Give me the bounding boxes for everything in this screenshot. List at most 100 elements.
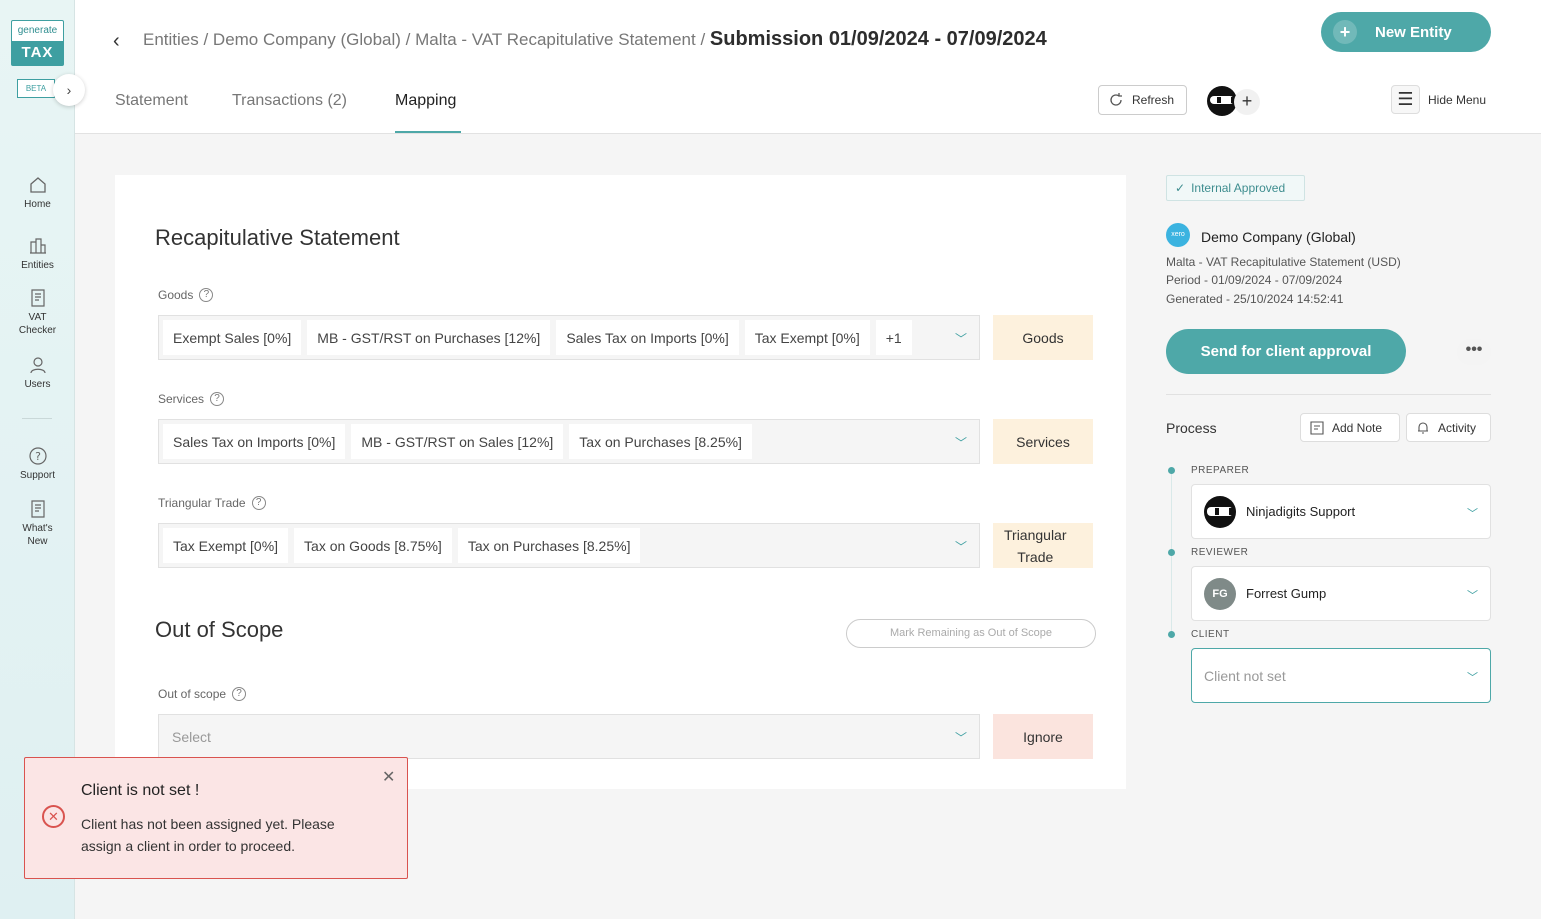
tab-transactions[interactable]: Transactions (2) xyxy=(232,92,347,110)
triangular-trade-tag: Triangular Trade xyxy=(993,523,1093,568)
document-icon xyxy=(30,289,45,307)
field-label-text: Triangular Trade xyxy=(158,496,246,510)
sidebar-item-entities[interactable]: Entities xyxy=(0,236,75,271)
toast-message: Client has not been assigned yet. Please… xyxy=(81,816,335,854)
chip[interactable]: Sales Tax on Imports [0%] xyxy=(556,320,739,355)
generate-tax-logo[interactable]: generate TAX xyxy=(11,20,64,66)
xero-logo: xero xyxy=(1166,223,1190,247)
sidebar-item-label: Entities xyxy=(21,260,54,271)
reviewer-name: Forrest Gump xyxy=(1246,586,1327,601)
refresh-label: Refresh xyxy=(1132,93,1175,107)
chip[interactable]: Tax on Goods [8.75%] xyxy=(294,528,452,563)
expand-sidebar-button[interactable]: › xyxy=(53,74,85,106)
help-icon[interactable]: ? xyxy=(199,288,214,302)
active-tab-indicator xyxy=(395,131,461,133)
triangular-trade-multiselect[interactable]: Tax Exempt [0%] Tax on Goods [8.75%] Tax… xyxy=(158,523,980,568)
goods-label: Goods ? xyxy=(158,288,214,302)
chip[interactable]: Tax on Purchases [8.25%] xyxy=(569,424,752,459)
services-multiselect[interactable]: Sales Tax on Imports [0%] MB - GST/RST o… xyxy=(158,419,980,464)
goods-multiselect[interactable]: Exempt Sales [0%] MB - GST/RST on Purcha… xyxy=(158,315,980,360)
sidebar-item-label: Home xyxy=(24,199,51,210)
preparer-select[interactable]: Ninjadigits Support ﹀ xyxy=(1191,484,1491,539)
field-label-text: Goods xyxy=(158,288,194,302)
generated-timestamp: Generated - 25/10/2024 14:52:41 xyxy=(1166,292,1344,306)
client-select[interactable]: Client not set ﹀ xyxy=(1191,648,1491,703)
ninja-avatar xyxy=(1204,495,1236,528)
help-icon[interactable]: ? xyxy=(251,496,266,510)
services-tag: Services xyxy=(993,419,1093,464)
timeline-dot xyxy=(1168,549,1175,556)
toast-title: Client is not set ! xyxy=(81,782,200,799)
out-of-scope-select[interactable]: Select ﹀ xyxy=(158,714,980,759)
add-collaborator-button[interactable]: + xyxy=(1234,89,1260,115)
services-label: Services ? xyxy=(158,392,225,406)
breadcrumb-path[interactable]: Entities / Demo Company (Global) / Malta… xyxy=(143,30,705,49)
page-title: Submission 01/09/2024 - 07/09/2024 xyxy=(709,28,1047,50)
add-note-label: Add Note xyxy=(1332,420,1383,435)
close-icon[interactable]: ✕ xyxy=(382,767,395,787)
chevron-left-icon: ‹ xyxy=(113,30,120,52)
timeline-dot xyxy=(1168,631,1175,638)
add-note-button[interactable]: Add Note xyxy=(1300,413,1400,442)
status-label: Internal Approved xyxy=(1191,181,1286,195)
process-heading: Process xyxy=(1166,420,1217,436)
refresh-button[interactable]: Refresh xyxy=(1098,85,1187,115)
sidebar-item-label: VAT Checker xyxy=(18,312,57,336)
hide-menu-label: Hide Menu xyxy=(1428,92,1487,107)
mark-remaining-out-of-scope-button[interactable]: Mark Remaining as Out of Scope xyxy=(846,619,1096,648)
sidebar-item-label: Users xyxy=(24,379,51,390)
chevron-down-icon[interactable]: ﹀ xyxy=(955,538,967,555)
chip[interactable]: Tax on Purchases [8.25%] xyxy=(457,528,641,563)
logo-top-text: generate xyxy=(17,25,58,36)
new-entity-button[interactable]: + New Entity xyxy=(1321,12,1491,52)
sidebar-item-vat-checker[interactable]: VAT Checker xyxy=(0,289,75,337)
user-icon xyxy=(29,357,46,374)
sidebar-item-home[interactable]: Home xyxy=(0,175,75,210)
buildings-icon xyxy=(29,238,46,254)
breadcrumb: Entities / Demo Company (Global) / Malta… xyxy=(143,28,1047,51)
chevron-down-icon: ﹀ xyxy=(1467,590,1478,602)
chevron-down-icon: ﹀ xyxy=(1467,672,1478,684)
help-icon[interactable]: ? xyxy=(232,687,247,701)
chip[interactable]: Sales Tax on Imports [0%] xyxy=(163,424,346,459)
chip[interactable]: Tax Exempt [0%] xyxy=(744,320,870,355)
more-chips-count[interactable]: +1 xyxy=(875,320,912,355)
chip[interactable]: Tax Exempt [0%] xyxy=(163,528,289,563)
chip[interactable]: MB - GST/RST on Purchases [12%] xyxy=(307,320,551,355)
sidebar-item-label: What's New xyxy=(22,523,53,547)
chevron-down-icon[interactable]: ﹀ xyxy=(955,330,967,347)
hide-menu-button[interactable]: ☰ Hide Menu xyxy=(1391,85,1486,114)
client-role: CLIENT xyxy=(1191,629,1230,640)
field-label-text: Services xyxy=(158,392,205,406)
back-button[interactable]: ‹ xyxy=(113,30,120,53)
reviewer-role: REVIEWER xyxy=(1191,547,1249,558)
ignore-tag: Ignore xyxy=(993,714,1093,759)
tab-mapping[interactable]: Mapping xyxy=(395,92,456,110)
chevron-down-icon[interactable]: ﹀ xyxy=(955,434,967,451)
bell-icon xyxy=(1418,421,1428,434)
chip[interactable]: MB - GST/RST on Sales [12%] xyxy=(351,424,564,459)
chip[interactable]: Exempt Sales [0%] xyxy=(163,320,302,355)
activity-button[interactable]: Activity xyxy=(1406,413,1491,442)
status-badge: ✓ Internal Approved xyxy=(1166,175,1305,201)
help-icon[interactable]: ? xyxy=(210,392,225,406)
hamburger-icon: ☰ xyxy=(1391,85,1420,114)
error-toast: ✕ Client is not set ! Client has not bee… xyxy=(24,757,408,879)
reviewer-select[interactable]: FG Forrest Gump ﹀ xyxy=(1191,566,1491,621)
sidebar-item-users[interactable]: Users xyxy=(0,355,75,390)
new-entity-label: New Entity xyxy=(1375,23,1452,41)
sidebar-item-support[interactable]: ? Support xyxy=(0,446,75,481)
tab-statement[interactable]: Statement xyxy=(115,92,188,110)
more-options-button[interactable]: ••• xyxy=(1457,339,1491,365)
send-for-client-approval-button[interactable]: Send for client approval xyxy=(1166,329,1406,374)
avatar: FG xyxy=(1204,577,1236,610)
chevron-down-icon[interactable]: ﹀ xyxy=(955,729,967,746)
sidebar-item-whats-new[interactable]: What's New xyxy=(0,500,75,548)
beta-badge: BETA xyxy=(17,79,55,98)
ninja-avatar[interactable] xyxy=(1207,86,1237,116)
svg-text:?: ? xyxy=(35,450,41,463)
field-label-text: Out of scope xyxy=(158,687,227,701)
help-icon: ? xyxy=(28,447,47,465)
company-name: Demo Company (Global) xyxy=(1201,229,1356,245)
logo-bottom-text: TAX xyxy=(12,41,63,65)
